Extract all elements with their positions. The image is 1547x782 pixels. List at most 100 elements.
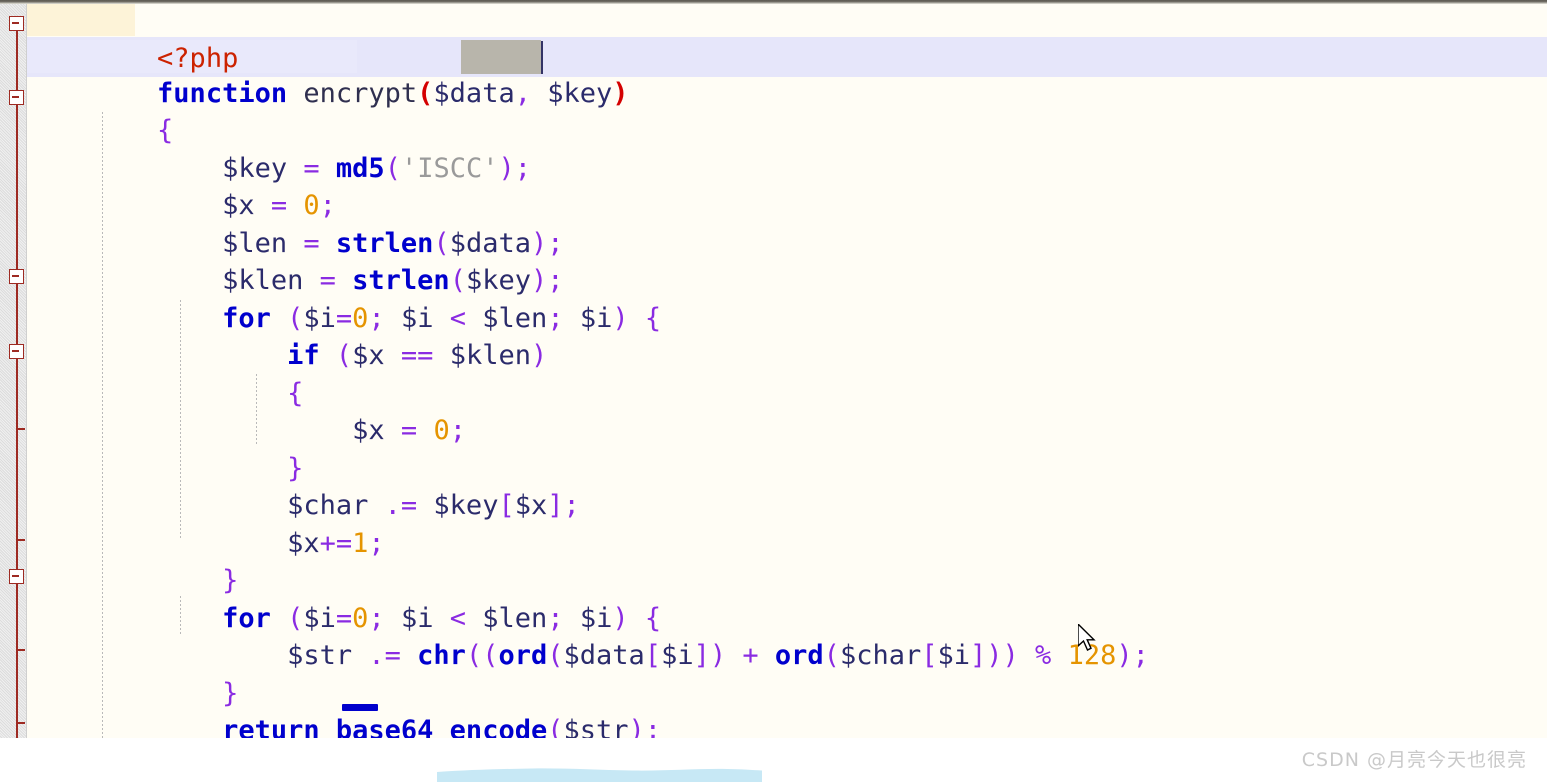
fold-toggle-brace[interactable]: [9, 90, 24, 105]
token-incr-8: ): [612, 302, 629, 334]
token-space-2: [531, 78, 547, 109]
token-modulo-17: %: [1035, 639, 1052, 671]
token-fn-ord-17b: ord: [774, 639, 824, 671]
token-var-key-13: $key: [433, 489, 499, 521]
text-caret: [541, 41, 543, 74]
code-line-2[interactable]: function encrypt($data, $key): [27, 37, 628, 109]
fold-gutter[interactable]: [0, 4, 26, 782]
token-comma: ,: [514, 77, 531, 109]
code-line-7[interactable]: $klen = strlen($key);: [27, 224, 563, 296]
token-bracket-17d: ])): [970, 639, 1019, 671]
token-bracket-17b: ]): [693, 639, 727, 671]
code-line-1[interactable]: <?php: [27, 2, 238, 74]
sp: [433, 340, 449, 371]
php-code-editor-window: <?php function encrypt($data, $key) { $k…: [0, 0, 1547, 782]
token-var-str-17: $str: [287, 639, 353, 671]
token-num-zero-11: 0: [433, 414, 450, 446]
token-var-char-17: $char: [839, 639, 922, 671]
token-paren-9b: ): [530, 339, 548, 371]
token-keyword-function: function: [157, 77, 288, 109]
token-paren-open: (: [417, 77, 434, 109]
sp: [385, 340, 401, 371]
token-paren-4b: );: [498, 152, 532, 184]
token-var-x-13: $x: [514, 489, 548, 521]
token-var-i-8c: $i: [579, 302, 613, 334]
code-line-4[interactable]: $key = md5('ISCC');: [27, 112, 531, 184]
code-line-8[interactable]: for ($i=0; $i < $len; $i) {: [27, 262, 661, 334]
token-paren-17a: ((: [465, 639, 499, 671]
code-line-15[interactable]: }: [27, 524, 238, 596]
token-num-one-14: 1: [352, 527, 369, 559]
sp: [417, 415, 433, 446]
token-concat-assign-17: .=: [368, 639, 401, 671]
sp: [385, 415, 401, 446]
fold-spine-outer: [16, 30, 18, 742]
token-var-x-14: $x: [287, 527, 320, 559]
fold-toggle-for-1[interactable]: [9, 269, 24, 284]
token-semi-14: ;: [368, 527, 385, 559]
code-line-12[interactable]: }: [27, 412, 303, 484]
sp: [629, 303, 645, 334]
token-fn-ord-17a: ord: [498, 639, 548, 671]
sp: [726, 640, 742, 671]
token-string-iscc: 'ISCC': [400, 152, 499, 184]
token-fn-chr-17: chr: [417, 639, 466, 671]
code-line-6[interactable]: $len = strlen($data);: [27, 187, 563, 259]
token-concat-assign-13: .=: [384, 489, 418, 521]
sp: [401, 640, 417, 671]
token-paren-close: ): [612, 77, 629, 109]
token-var-i-17b: $i: [937, 639, 970, 671]
token-bracket-17c: [: [921, 639, 938, 671]
token-semi-8b: ;: [547, 302, 564, 334]
token-paren-17b: (: [547, 639, 564, 671]
token-brace-8: {: [644, 302, 662, 334]
token-bracket-13a: [: [498, 489, 515, 521]
token-eq-9: ==: [400, 339, 434, 371]
code-line-10[interactable]: {: [27, 337, 303, 409]
token-function-name: encrypt: [303, 77, 418, 109]
code-line-18[interactable]: }: [27, 637, 238, 709]
sp: [1051, 640, 1067, 671]
sp: [417, 490, 433, 521]
fold-end-outer: [16, 722, 25, 724]
token-var-key-selected: $key: [547, 77, 613, 109]
code-line-3[interactable]: {: [27, 74, 173, 146]
code-line-14[interactable]: $x+=1;: [27, 487, 385, 559]
sp: [759, 640, 775, 671]
token-paren-4a: (: [384, 152, 401, 184]
token-var-data-17: $data: [563, 639, 645, 671]
blue-underscore-artifact: [342, 704, 378, 711]
token-var-klen-9: $klen: [449, 339, 531, 371]
sp: [564, 303, 580, 334]
fold-tick-1: [17, 428, 25, 430]
token-fn-md5: md5: [335, 152, 385, 184]
token-var-data: $data: [433, 77, 515, 109]
token-semi-11: ;: [449, 414, 466, 446]
token-plus-17: +: [742, 639, 759, 671]
code-line-13[interactable]: $char .= $key[$x];: [27, 449, 580, 521]
sp: [352, 640, 368, 671]
fold-toggle-if[interactable]: [9, 344, 24, 359]
token-var-x-11: $x: [352, 414, 385, 446]
token-plus-assign-14: +=: [319, 527, 353, 559]
code-line-16[interactable]: for ($i=0; $i < $len; $i) {: [27, 562, 661, 634]
token-bracket-13b: ];: [547, 489, 580, 521]
fold-toggle-for-2[interactable]: [9, 569, 24, 584]
code-line-5[interactable]: $x = 0;: [27, 149, 336, 221]
token-var-x-9: $x: [352, 339, 385, 371]
token-assign-11: =: [400, 414, 418, 446]
token-paren-9a: (: [335, 339, 353, 371]
token-paren-17d: );: [1116, 639, 1149, 671]
fold-toggle-php[interactable]: [9, 16, 24, 31]
token-bracket-17a: [: [644, 639, 662, 671]
code-line-17[interactable]: $str .= chr((ord($data[$i]) + ord($char[…: [27, 599, 1149, 671]
code-text[interactable]: <?php function encrypt($data, $key) { $k…: [27, 4, 1547, 782]
fold-tick-2: [17, 539, 25, 541]
token-var-i-17a: $i: [661, 639, 694, 671]
code-line-11[interactable]: $x = 0;: [27, 374, 466, 446]
token-space-1: [287, 78, 303, 109]
fold-tick-3: [17, 649, 25, 651]
code-line-9[interactable]: if ($x == $klen): [27, 299, 547, 371]
sp: [320, 340, 336, 371]
editor-viewport[interactable]: <?php function encrypt($data, $key) { $k…: [0, 4, 1547, 782]
